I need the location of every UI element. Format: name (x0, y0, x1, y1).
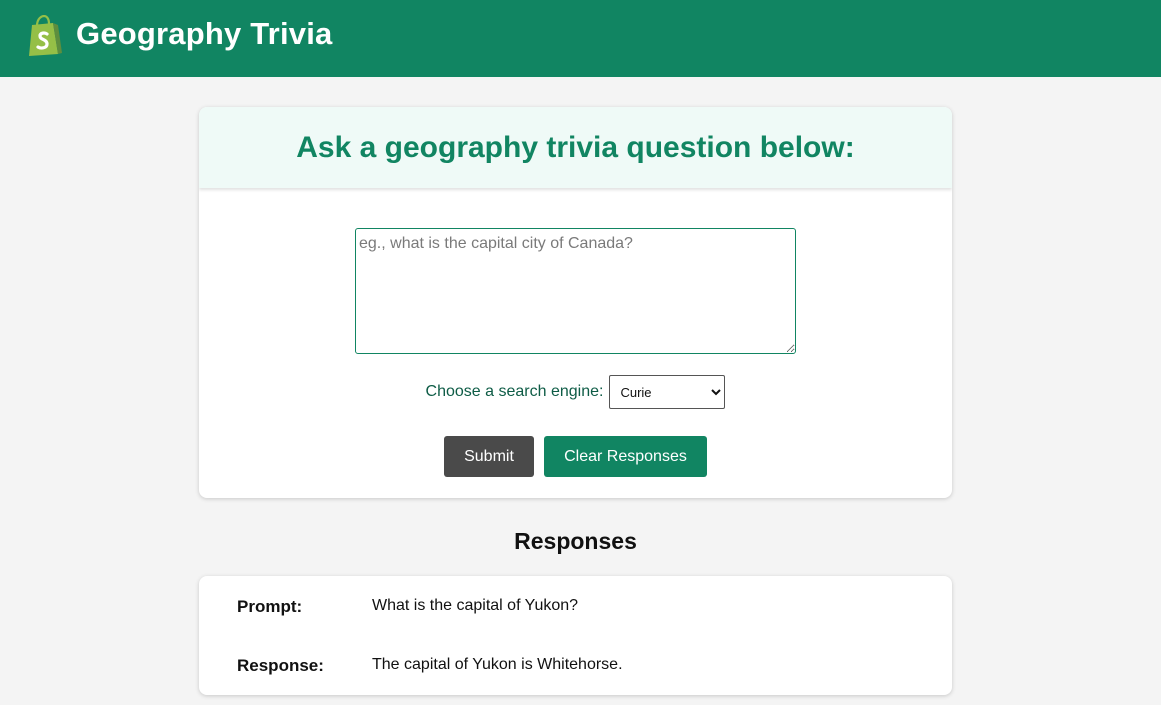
question-card: Ask a geography trivia question below: C… (199, 107, 952, 498)
app-header: Geography Trivia (0, 0, 1161, 77)
prompt-text: What is the capital of Yukon? (372, 597, 579, 614)
app-title: Geography Trivia (76, 16, 333, 51)
engine-row: Choose a search engine: Curie (199, 375, 952, 409)
responses-title: Responses (514, 528, 637, 554)
engine-select[interactable]: Curie (609, 375, 726, 409)
response-card: Prompt: What is the capital of Yukon? Re… (199, 576, 952, 695)
submit-button[interactable]: Submit (444, 436, 534, 477)
prompt-label: Prompt: (237, 597, 303, 616)
response-text: The capital of Yukon is Whitehorse. (372, 656, 623, 673)
question-heading: Ask a geography trivia question below: (296, 131, 855, 164)
shopping-bag-logo-icon (29, 15, 62, 56)
engine-label: Choose a search engine: (425, 383, 604, 400)
clear-responses-button[interactable]: Clear Responses (544, 436, 707, 477)
question-card-header: Ask a geography trivia question below: (199, 107, 952, 188)
question-input[interactable] (355, 228, 796, 354)
response-label: Response: (237, 656, 324, 675)
